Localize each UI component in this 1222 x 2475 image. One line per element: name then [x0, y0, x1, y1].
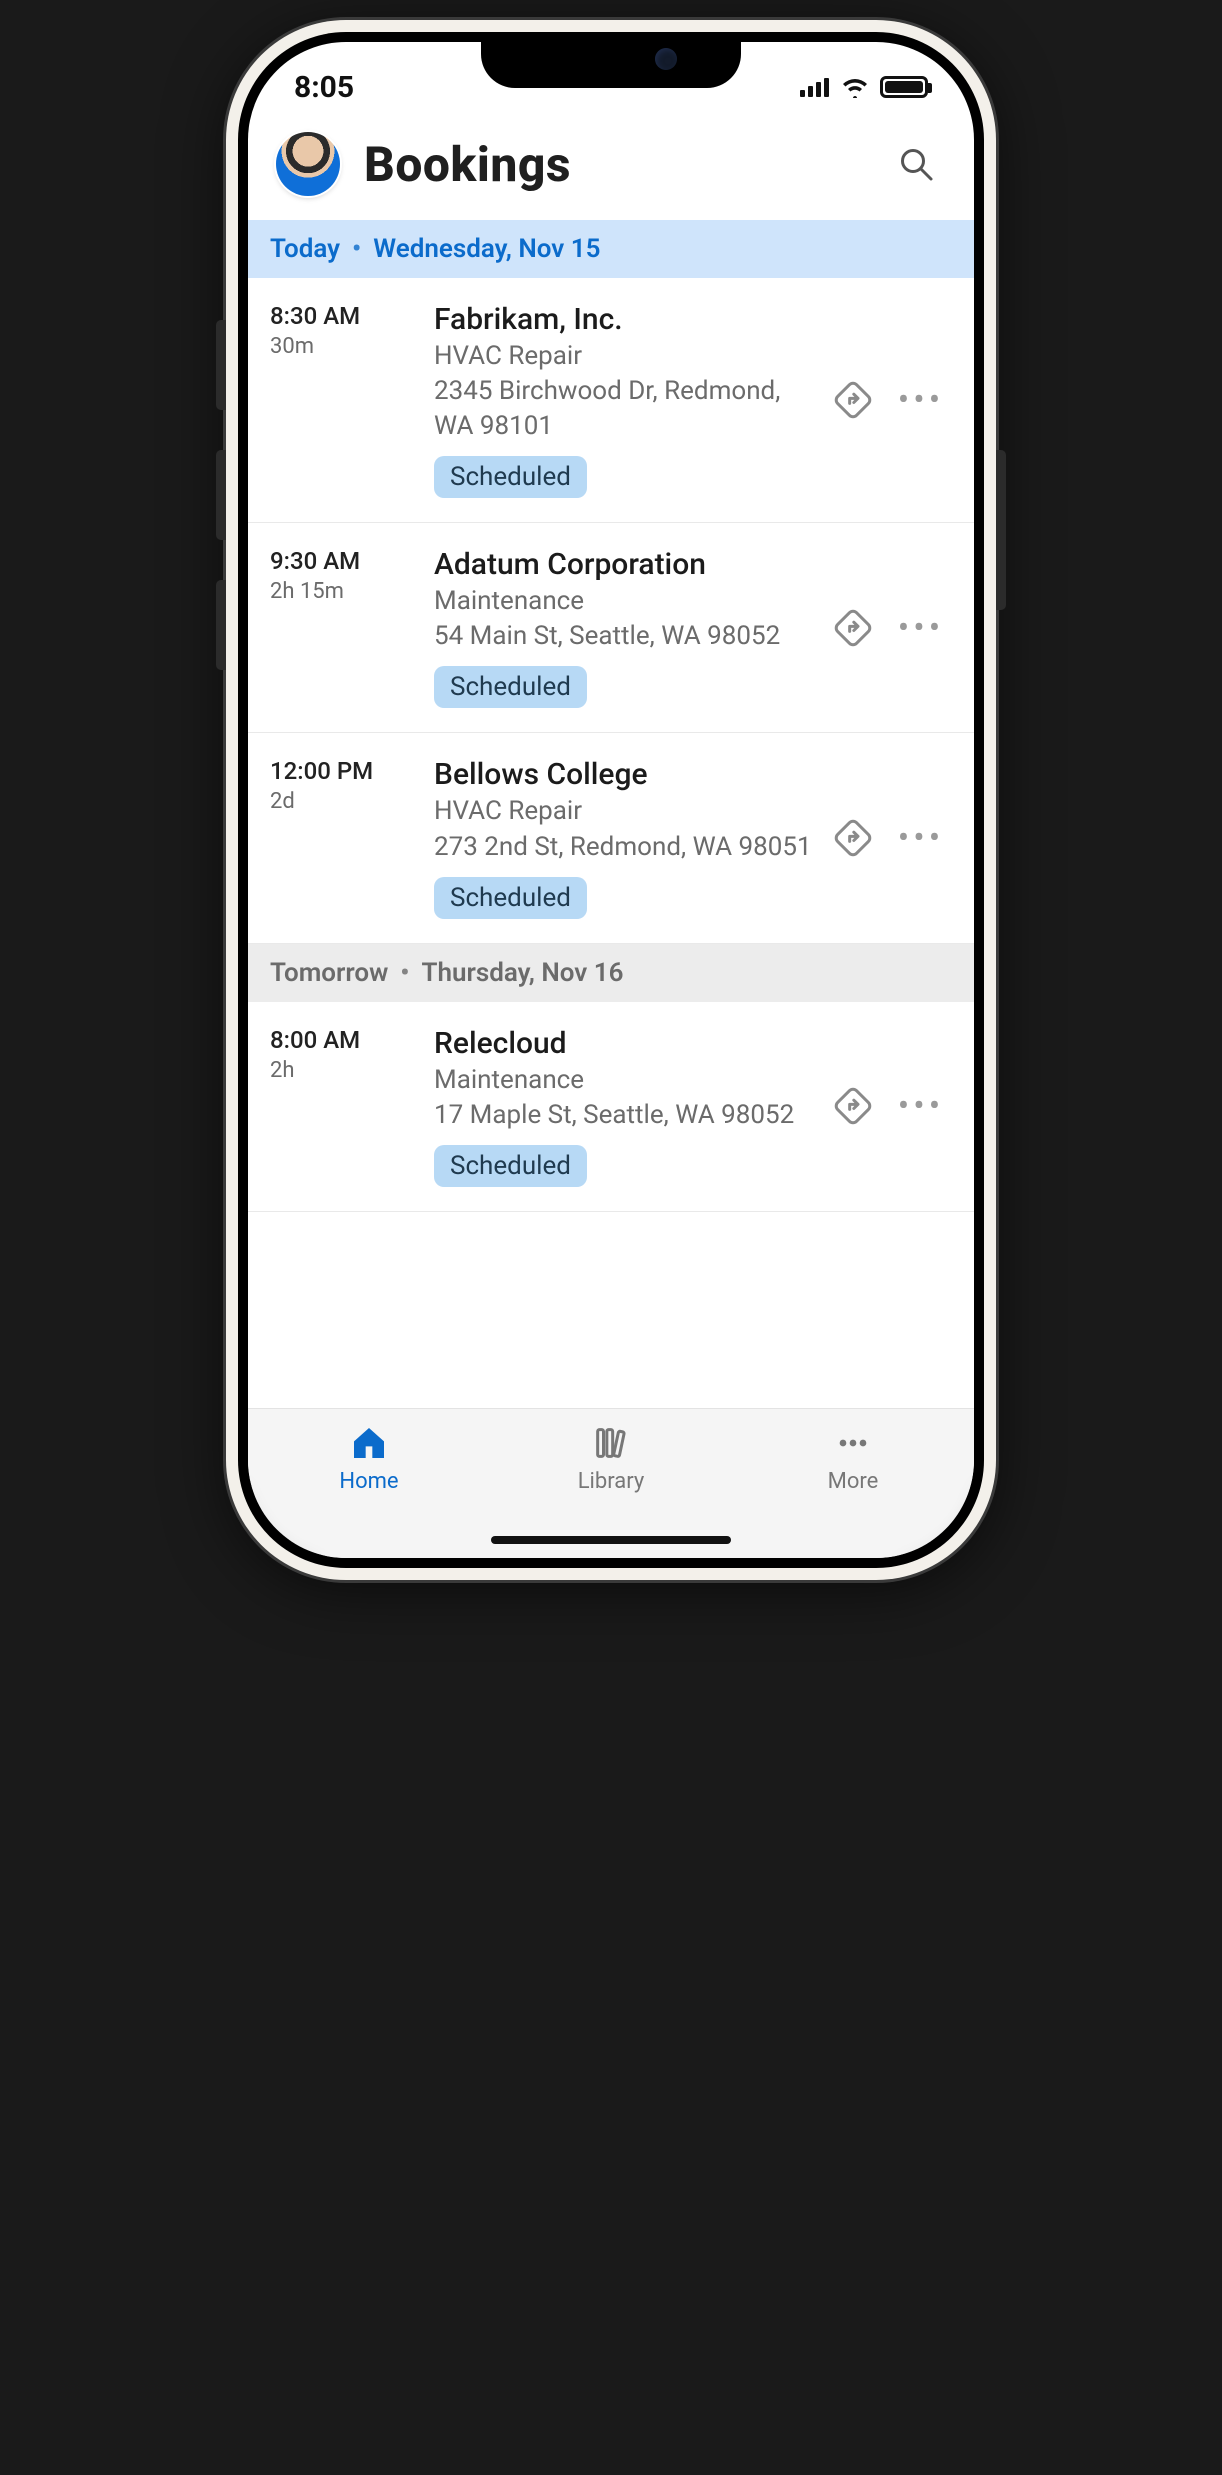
cellular-signal-icon [800, 77, 830, 97]
search-icon [898, 146, 934, 182]
booking-duration: 30m [270, 334, 420, 359]
section-date: Wednesday, Nov 15 [373, 234, 600, 264]
device-notch [481, 32, 741, 88]
phone-frame: 8:05 Bookings [226, 20, 996, 1580]
section-date: Thursday, Nov 16 [422, 958, 624, 988]
directions-icon [833, 380, 873, 420]
booking-info: Bellows CollegeHVAC Repair273 2nd St, Re… [434, 757, 812, 918]
home-indicator[interactable] [491, 1536, 731, 1544]
bookings-list[interactable]: Today • Wednesday, Nov 15 8:30 AM 30m Fabrika… [248, 220, 974, 1558]
booking-info: RelecloudMaintenance17 Maple St, Seattle… [434, 1026, 812, 1187]
status-badge: Scheduled [434, 456, 587, 498]
booking-time-col: 8:30 AM 30m [270, 302, 420, 498]
tab-home[interactable]: Home [248, 1409, 490, 1558]
more-icon: ••• [898, 821, 944, 855]
section-header: Tomorrow • Thursday, Nov 16 [248, 944, 974, 1002]
tab-label: Home [339, 1469, 398, 1494]
booking-info: Adatum CorporationMaintenance54 Main St,… [434, 547, 812, 708]
booking-address: 273 2nd St, Redmond, WA 98051 [434, 830, 812, 865]
booking-customer: Adatum Corporation [434, 547, 812, 582]
booking-time: 9:30 AM [270, 547, 420, 575]
search-button[interactable] [892, 140, 940, 188]
booking-time-col: 8:00 AM 2h [270, 1026, 420, 1187]
status-time: 8:05 [294, 70, 354, 105]
booking-duration: 2d [270, 789, 420, 814]
status-badge: Scheduled [434, 1145, 587, 1187]
booking-info: Fabrikam, Inc.HVAC Repair2345 Birchwood … [434, 302, 812, 498]
status-badge: Scheduled [434, 666, 587, 708]
booking-address: 2345 Birchwood Dr, Redmond, WA 98101 [434, 374, 812, 444]
booking-service: Maintenance [434, 584, 812, 619]
booking-row[interactable]: 8:00 AM 2h RelecloudMaintenance17 Maple St… [248, 1002, 974, 1212]
booking-customer: Bellows College [434, 757, 812, 792]
status-badge: Scheduled [434, 877, 587, 919]
home-icon [349, 1423, 389, 1463]
booking-address: 54 Main St, Seattle, WA 98052 [434, 619, 812, 654]
more-button[interactable]: ••• [894, 811, 948, 865]
booking-duration: 2h 15m [270, 579, 420, 604]
more-button[interactable]: ••• [894, 373, 948, 427]
section-header: Today • Wednesday, Nov 15 [248, 220, 974, 278]
booking-row[interactable]: 9:30 AM 2h 15m Adatum CorporationMaintenan… [248, 523, 974, 733]
directions-button[interactable] [826, 1079, 880, 1133]
booking-row[interactable]: 12:00 PM 2d Bellows CollegeHVAC Repair273 … [248, 733, 974, 943]
more-icon: ••• [898, 383, 944, 417]
more-icon: ••• [898, 1089, 944, 1123]
booking-service: HVAC Repair [434, 794, 812, 829]
section-label: Today [270, 234, 340, 264]
booking-time: 12:00 PM [270, 757, 420, 785]
directions-button[interactable] [826, 373, 880, 427]
more-button[interactable]: ••• [894, 1079, 948, 1133]
booking-time: 8:00 AM [270, 1026, 420, 1054]
directions-icon [833, 818, 873, 858]
directions-icon [833, 608, 873, 648]
screen: 8:05 Bookings [248, 42, 974, 1558]
booking-duration: 2h [270, 1058, 420, 1083]
directions-button[interactable] [826, 811, 880, 865]
phone-bezel: 8:05 Bookings [238, 32, 984, 1568]
section-label: Tomorrow [270, 958, 388, 988]
booking-service: HVAC Repair [434, 339, 812, 374]
booking-time-col: 12:00 PM 2d [270, 757, 420, 918]
booking-time: 8:30 AM [270, 302, 420, 330]
booking-time-col: 9:30 AM 2h 15m [270, 547, 420, 708]
avatar[interactable] [276, 132, 340, 196]
directions-icon [833, 1086, 873, 1126]
section-separator: • [352, 234, 361, 264]
page-title: Bookings [364, 136, 868, 193]
booking-customer: Relecloud [434, 1026, 812, 1061]
tab-more[interactable]: More [732, 1409, 974, 1558]
booking-address: 17 Maple St, Seattle, WA 98052 [434, 1098, 812, 1133]
tab-label: Library [578, 1469, 645, 1494]
booking-customer: Fabrikam, Inc. [434, 302, 812, 337]
battery-icon [880, 76, 928, 98]
more-icon: ••• [898, 611, 944, 645]
library-icon [591, 1423, 631, 1463]
tab-label: More [828, 1469, 879, 1494]
booking-service: Maintenance [434, 1063, 812, 1098]
booking-row[interactable]: 8:30 AM 30m Fabrikam, Inc.HVAC Repair2345 … [248, 278, 974, 523]
directions-button[interactable] [826, 601, 880, 655]
more-icon [833, 1423, 873, 1463]
more-button[interactable]: ••• [894, 601, 948, 655]
section-separator: • [400, 958, 409, 988]
status-icons [800, 76, 928, 98]
app-header: Bookings [248, 112, 974, 220]
wifi-icon [840, 76, 870, 98]
